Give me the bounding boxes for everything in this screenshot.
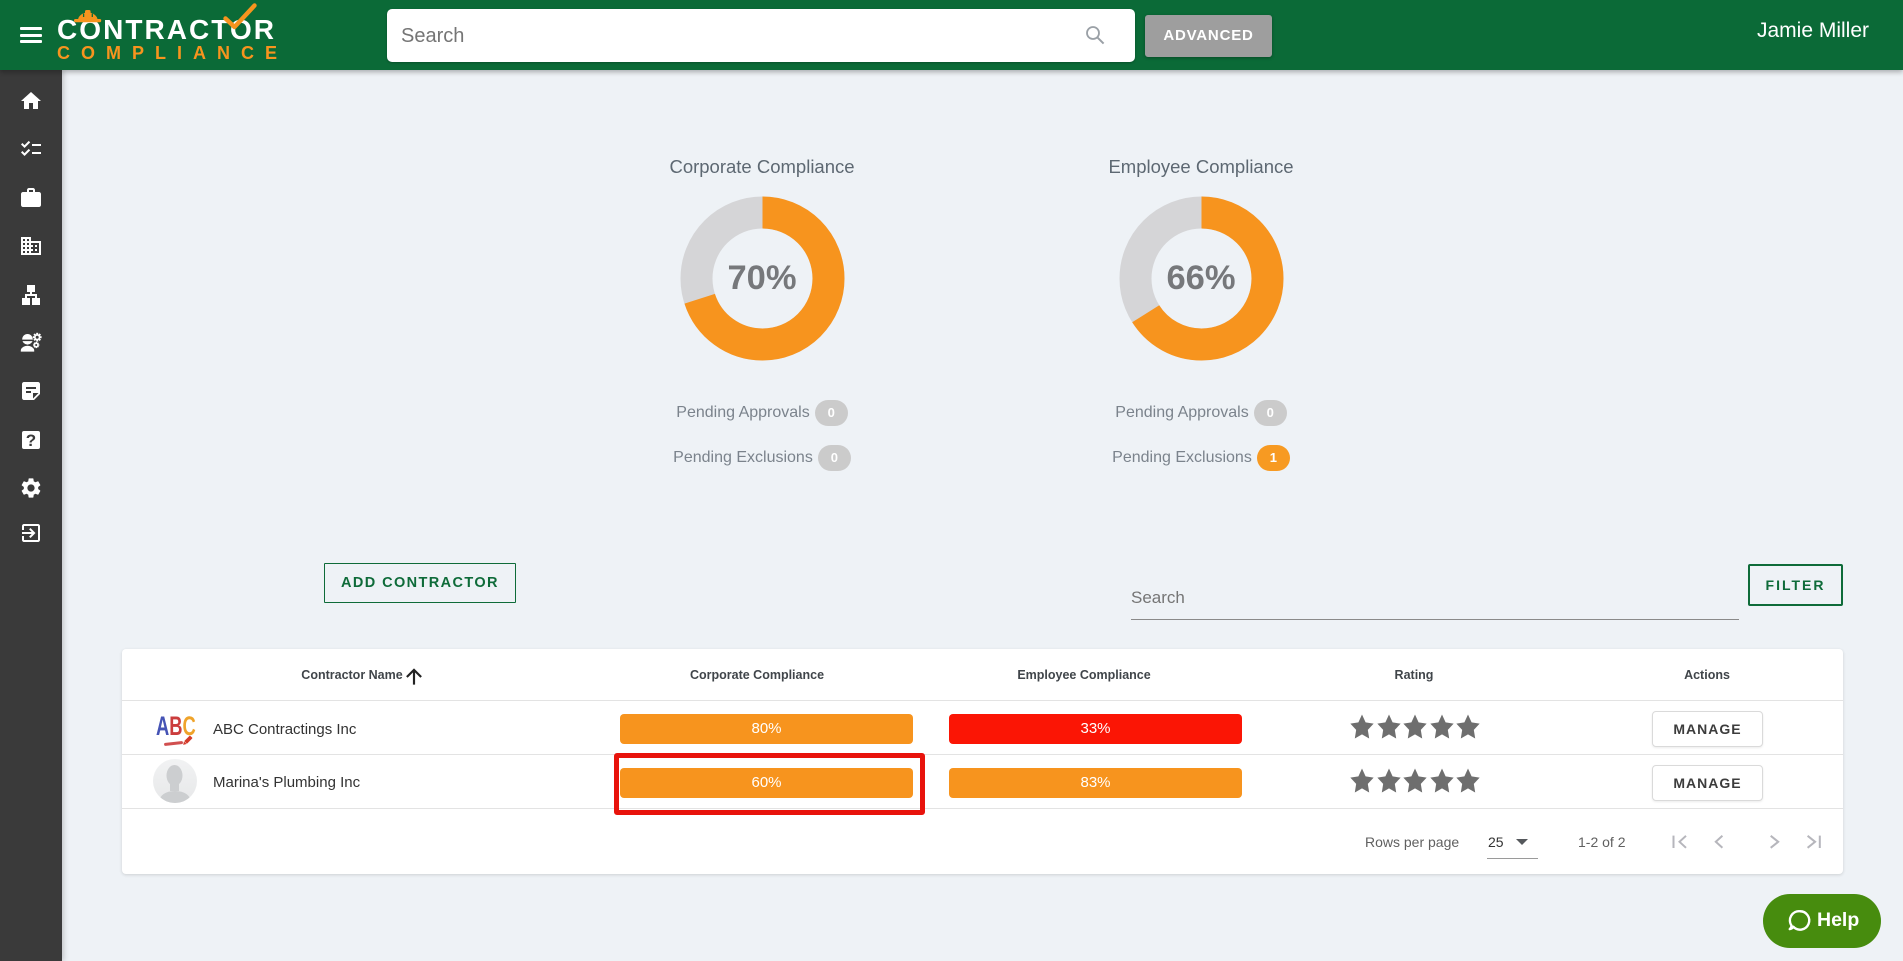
svg-text:COMPLIANCE: COMPLIANCE [57,43,277,63]
svg-text:?: ? [26,431,36,450]
